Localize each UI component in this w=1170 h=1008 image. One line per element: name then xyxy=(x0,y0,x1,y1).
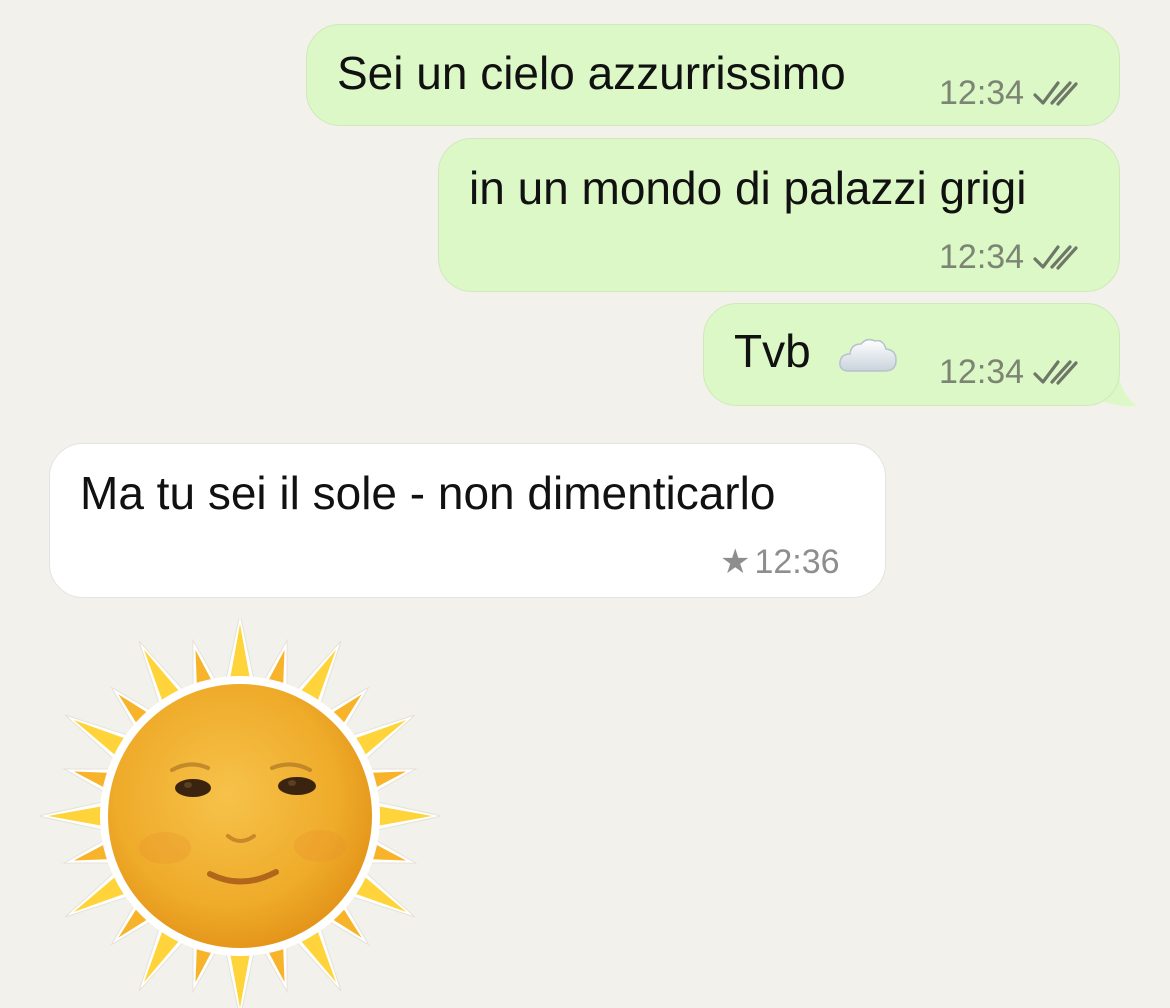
message-text-content: Tvb xyxy=(734,325,811,377)
message-text: Sei un cielo azzurrissimo xyxy=(337,47,846,99)
double-check-icon xyxy=(1033,245,1078,270)
message-time: 12:36 xyxy=(754,543,840,581)
message-time: 12:34 xyxy=(939,353,1025,391)
chat-view: Sei un cielo azzurrissimo 12:34 in un mo… xyxy=(0,0,1170,1008)
message-text: Tvb xyxy=(734,324,899,378)
incoming-message-bubble[interactable]: Ma tu sei il sole - non dimenticarlo ★ 1… xyxy=(49,443,886,598)
message-text: in un mondo di palazzi grigi xyxy=(469,162,1027,214)
message-meta: 12:34 xyxy=(939,237,1080,277)
message-meta: ★ 12:36 xyxy=(720,542,840,582)
sun-face-sticker[interactable] xyxy=(40,618,440,1008)
star-icon: ★ xyxy=(720,543,751,581)
message-time: 12:34 xyxy=(939,74,1025,112)
cloud-emoji xyxy=(839,338,898,372)
outgoing-message-bubble[interactable]: Sei un cielo azzurrissimo 12:34 xyxy=(306,24,1120,126)
double-check-icon xyxy=(1033,360,1078,385)
message-meta: 12:34 xyxy=(939,352,1080,392)
double-check-icon xyxy=(1033,81,1078,106)
outgoing-message-bubble[interactable]: in un mondo di palazzi grigi 12:34 xyxy=(438,138,1120,292)
message-time: 12:34 xyxy=(939,238,1025,276)
message-meta: 12:34 xyxy=(939,73,1080,113)
outgoing-message-bubble[interactable]: Tvb 12:34 xyxy=(703,303,1120,406)
message-text: Ma tu sei il sole - non dimenticarlo xyxy=(80,467,776,519)
